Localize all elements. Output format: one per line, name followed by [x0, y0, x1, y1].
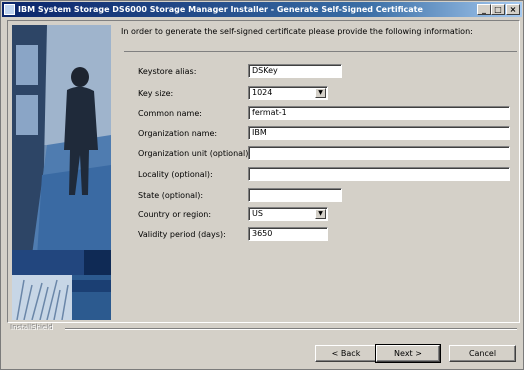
chevron-down-icon[interactable]: ▼	[315, 88, 326, 98]
key-size-select[interactable]: 1024 ▼	[248, 86, 328, 100]
organization-unit-input[interactable]	[248, 146, 510, 160]
keystore-alias-input[interactable]: DSKey	[248, 64, 342, 78]
installshield-brand: InstallShield	[11, 324, 54, 332]
app-icon	[4, 4, 15, 15]
window-title: IBM System Storage DS6000 Storage Manage…	[18, 5, 423, 14]
maximize-button[interactable]: □	[491, 4, 505, 15]
validity-input[interactable]: 3650	[248, 227, 328, 241]
locality-input[interactable]	[248, 167, 510, 181]
installer-window: IBM System Storage DS6000 Storage Manage…	[0, 0, 524, 370]
common-name-input[interactable]: fermat-1	[248, 106, 510, 120]
key-size-label: Key size:	[138, 89, 174, 98]
state-label: State (optional):	[138, 191, 204, 200]
validity-label: Validity period (days):	[138, 230, 226, 239]
country-label: Country or region:	[138, 210, 212, 219]
organization-unit-label: Organization unit (optional):	[138, 149, 252, 158]
next-button[interactable]: Next >	[375, 344, 441, 363]
intro-text: In order to generate the self-signed cer…	[121, 27, 473, 36]
footer-separator	[65, 328, 517, 330]
country-select[interactable]: US ▼	[248, 207, 328, 221]
state-input[interactable]	[248, 188, 342, 202]
side-banner-image	[12, 25, 111, 320]
close-button[interactable]: ×	[506, 4, 520, 15]
common-name-label: Common name:	[138, 109, 202, 118]
organization-name-label: Organization name:	[138, 129, 218, 138]
certificate-form: Keystore alias: DSKey Key size: 1024 ▼ C…	[124, 51, 517, 312]
back-button[interactable]: < Back	[315, 345, 377, 362]
title-bar[interactable]: IBM System Storage DS6000 Storage Manage…	[2, 2, 522, 17]
organization-name-input[interactable]: IBM	[248, 126, 510, 140]
keystore-alias-label: Keystore alias:	[138, 67, 197, 76]
cancel-button[interactable]: Cancel	[449, 345, 516, 362]
minimize-button[interactable]: _	[477, 4, 491, 15]
locality-label: Locality (optional):	[138, 170, 213, 179]
chevron-down-icon[interactable]: ▼	[315, 209, 326, 219]
key-size-value: 1024	[252, 88, 273, 97]
country-value: US	[252, 209, 263, 218]
content-panel: In order to generate the self-signed cer…	[7, 20, 520, 323]
